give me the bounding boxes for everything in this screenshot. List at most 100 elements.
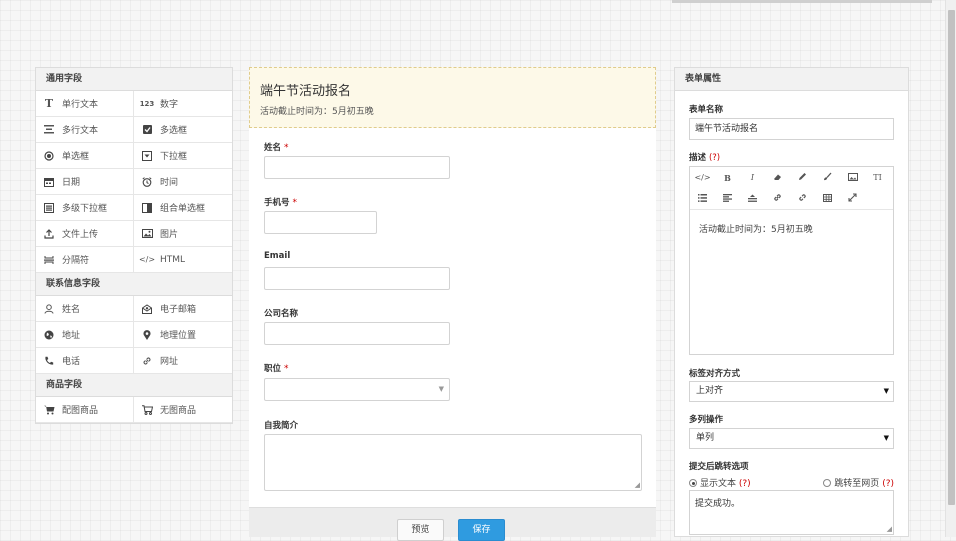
palette-item-multi-line-text[interactable]: 多行文本 bbox=[36, 117, 134, 143]
palette-item-number[interactable]: 123 数字 bbox=[134, 91, 232, 117]
palette-item-label: 地理位置 bbox=[160, 331, 197, 341]
scrollbar-thumb[interactable] bbox=[948, 10, 955, 505]
success-message-textarea[interactable]: 提交成功。 ◢ bbox=[689, 490, 894, 535]
palette-item-label: 下拉框 bbox=[160, 152, 188, 162]
insert-image-icon[interactable] bbox=[840, 172, 865, 183]
preview-button[interactable]: 预览 bbox=[397, 519, 444, 541]
label-align-label: 标签对齐方式 bbox=[689, 369, 741, 379]
redirect-options-label: 提交后跳转选项 bbox=[689, 462, 749, 472]
name-input[interactable] bbox=[264, 156, 450, 179]
palette-item-dropdown[interactable]: 下拉框 bbox=[134, 143, 232, 169]
description-label: 描述 (?) bbox=[689, 153, 721, 163]
palette-item-separator[interactable]: 分隔符 bbox=[36, 247, 134, 273]
contact-fields-grid: 姓名 电子邮箱 地址 地理位置 电话 网址 bbox=[36, 296, 232, 374]
palette-item-label: 配图商品 bbox=[62, 406, 99, 416]
palette-item-combo-radio[interactable]: 组合单选框 bbox=[134, 195, 232, 221]
field-phone-label: 手机号 * bbox=[264, 198, 298, 208]
intro-textarea[interactable]: ◢ bbox=[264, 434, 642, 491]
palette-item-label: 无图商品 bbox=[160, 406, 197, 416]
text-size-icon[interactable]: TI bbox=[865, 173, 890, 182]
insert-link-icon[interactable] bbox=[765, 193, 790, 204]
palette-item-date[interactable]: 日期 bbox=[36, 169, 134, 195]
field-position-label: 职位 * bbox=[264, 364, 289, 374]
palette-item-label: 多行文本 bbox=[62, 126, 99, 136]
align-icon[interactable] bbox=[715, 193, 740, 204]
palette-item-single-line-text[interactable]: T 单行文本 bbox=[36, 91, 134, 117]
italic-icon[interactable]: I bbox=[740, 173, 765, 182]
table-icon[interactable] bbox=[815, 193, 840, 204]
html-source-icon[interactable]: </> bbox=[690, 173, 715, 182]
form-footer: 预览 保存 bbox=[249, 507, 656, 541]
top-popup-shadow bbox=[672, 0, 932, 3]
pencil-icon[interactable] bbox=[790, 172, 815, 183]
section-header-product: 商品字段 bbox=[36, 374, 232, 397]
save-button[interactable]: 保存 bbox=[458, 519, 505, 541]
radio-show-text[interactable]: 显示文本 (?) bbox=[689, 476, 751, 489]
bold-icon[interactable]: B bbox=[715, 173, 740, 183]
palette-item-label: 网址 bbox=[160, 357, 179, 367]
chevron-down-icon: ▼ bbox=[883, 387, 889, 395]
section-header-general: 通用字段 bbox=[36, 68, 232, 91]
separator-icon bbox=[42, 255, 56, 265]
field-name-label: 姓名 * bbox=[264, 143, 289, 153]
palette-item-label: 多选框 bbox=[160, 126, 188, 136]
palette-item-label: 电子邮箱 bbox=[160, 305, 197, 315]
palette-item-product-without-image[interactable]: 无图商品 bbox=[134, 397, 232, 423]
form-subtitle: 活动截止时间为：5月初五晚 bbox=[260, 107, 374, 117]
radio-icon bbox=[42, 150, 56, 161]
radio-selected-icon bbox=[689, 479, 697, 487]
palette-item-label: 地址 bbox=[62, 331, 81, 341]
palette-item-radio[interactable]: 单选框 bbox=[36, 143, 134, 169]
palette-item-label: 多级下拉框 bbox=[62, 204, 108, 214]
palette-item-checkbox[interactable]: 多选框 bbox=[134, 117, 232, 143]
palette-item-label: HTML bbox=[160, 254, 186, 265]
chevron-down-icon: ▼ bbox=[883, 434, 889, 442]
position-select[interactable]: ▼ bbox=[264, 378, 450, 401]
palette-item-label: 图片 bbox=[160, 230, 179, 240]
resize-grip-icon[interactable]: ◢ bbox=[635, 482, 640, 489]
palette-item-file-upload[interactable]: 文件上传 bbox=[36, 221, 134, 247]
field-email-label: Email bbox=[264, 251, 291, 261]
cart-outline-icon bbox=[140, 404, 154, 415]
palette-item-multilevel-dropdown[interactable]: 多级下拉框 bbox=[36, 195, 134, 221]
general-fields-grid: T 单行文本 123 数字 多行文本 多选框 单选框 下拉框 日期 时间 多级下拉框… bbox=[36, 91, 232, 273]
description-content[interactable]: 活动截止时间为：5月初五晚 bbox=[690, 210, 893, 247]
palette-item-html[interactable]: </> HTML bbox=[134, 247, 232, 273]
link-icon bbox=[140, 356, 154, 366]
multicolumn-select[interactable]: 单列 ▼ bbox=[689, 428, 894, 449]
email-input[interactable] bbox=[264, 267, 450, 290]
form-header[interactable]: 端午节活动报名 活动截止时间为：5月初五晚 bbox=[249, 67, 656, 128]
resize-grip-icon[interactable]: ◢ bbox=[887, 526, 892, 533]
bullet-list-icon[interactable] bbox=[690, 193, 715, 204]
company-input[interactable] bbox=[264, 322, 450, 345]
palette-item-url[interactable]: 网址 bbox=[134, 348, 232, 374]
palette-item-address[interactable]: 地址 bbox=[36, 322, 134, 348]
palette-item-label: 数字 bbox=[160, 100, 179, 110]
palette-item-phone[interactable]: 电话 bbox=[36, 348, 134, 374]
unlink-icon[interactable] bbox=[790, 193, 815, 204]
form-name-input[interactable]: 端午节活动报名 bbox=[689, 118, 894, 140]
palette-item-time[interactable]: 时间 bbox=[134, 169, 232, 195]
section-header-contact: 联系信息字段 bbox=[36, 273, 232, 296]
brush-icon[interactable] bbox=[815, 172, 840, 183]
palette-item-geolocation[interactable]: 地理位置 bbox=[134, 322, 232, 348]
palette-item-email[interactable]: 电子邮箱 bbox=[134, 296, 232, 322]
palette-item-label: 时间 bbox=[160, 178, 179, 188]
field-intro-label: 自我简介 bbox=[264, 421, 299, 431]
number-123-icon: 123 bbox=[139, 99, 155, 108]
help-link[interactable]: (?) bbox=[709, 153, 720, 163]
mail-icon bbox=[140, 303, 154, 314]
fullscreen-icon[interactable] bbox=[840, 193, 865, 204]
multicolumn-label: 多列操作 bbox=[689, 415, 724, 425]
palette-item-product-with-image[interactable]: 配图商品 bbox=[36, 397, 134, 423]
radio-redirect-url[interactable]: 跳转至网页 (?) bbox=[823, 476, 894, 489]
palette-item-image[interactable]: 图片 bbox=[134, 221, 232, 247]
form-canvas: 端午节活动报名 活动截止时间为：5月初五晚 姓名 * 手机号 * Email 公司名… bbox=[249, 67, 656, 541]
eraser-icon[interactable] bbox=[765, 173, 790, 183]
label-align-select[interactable]: 上对齐 ▼ bbox=[689, 381, 894, 402]
page-scrollbar[interactable] bbox=[945, 0, 956, 537]
palette-item-name[interactable]: 姓名 bbox=[36, 296, 134, 322]
horizontal-rule-icon[interactable] bbox=[740, 194, 765, 204]
user-icon bbox=[42, 303, 56, 314]
phone-input[interactable] bbox=[264, 211, 377, 234]
